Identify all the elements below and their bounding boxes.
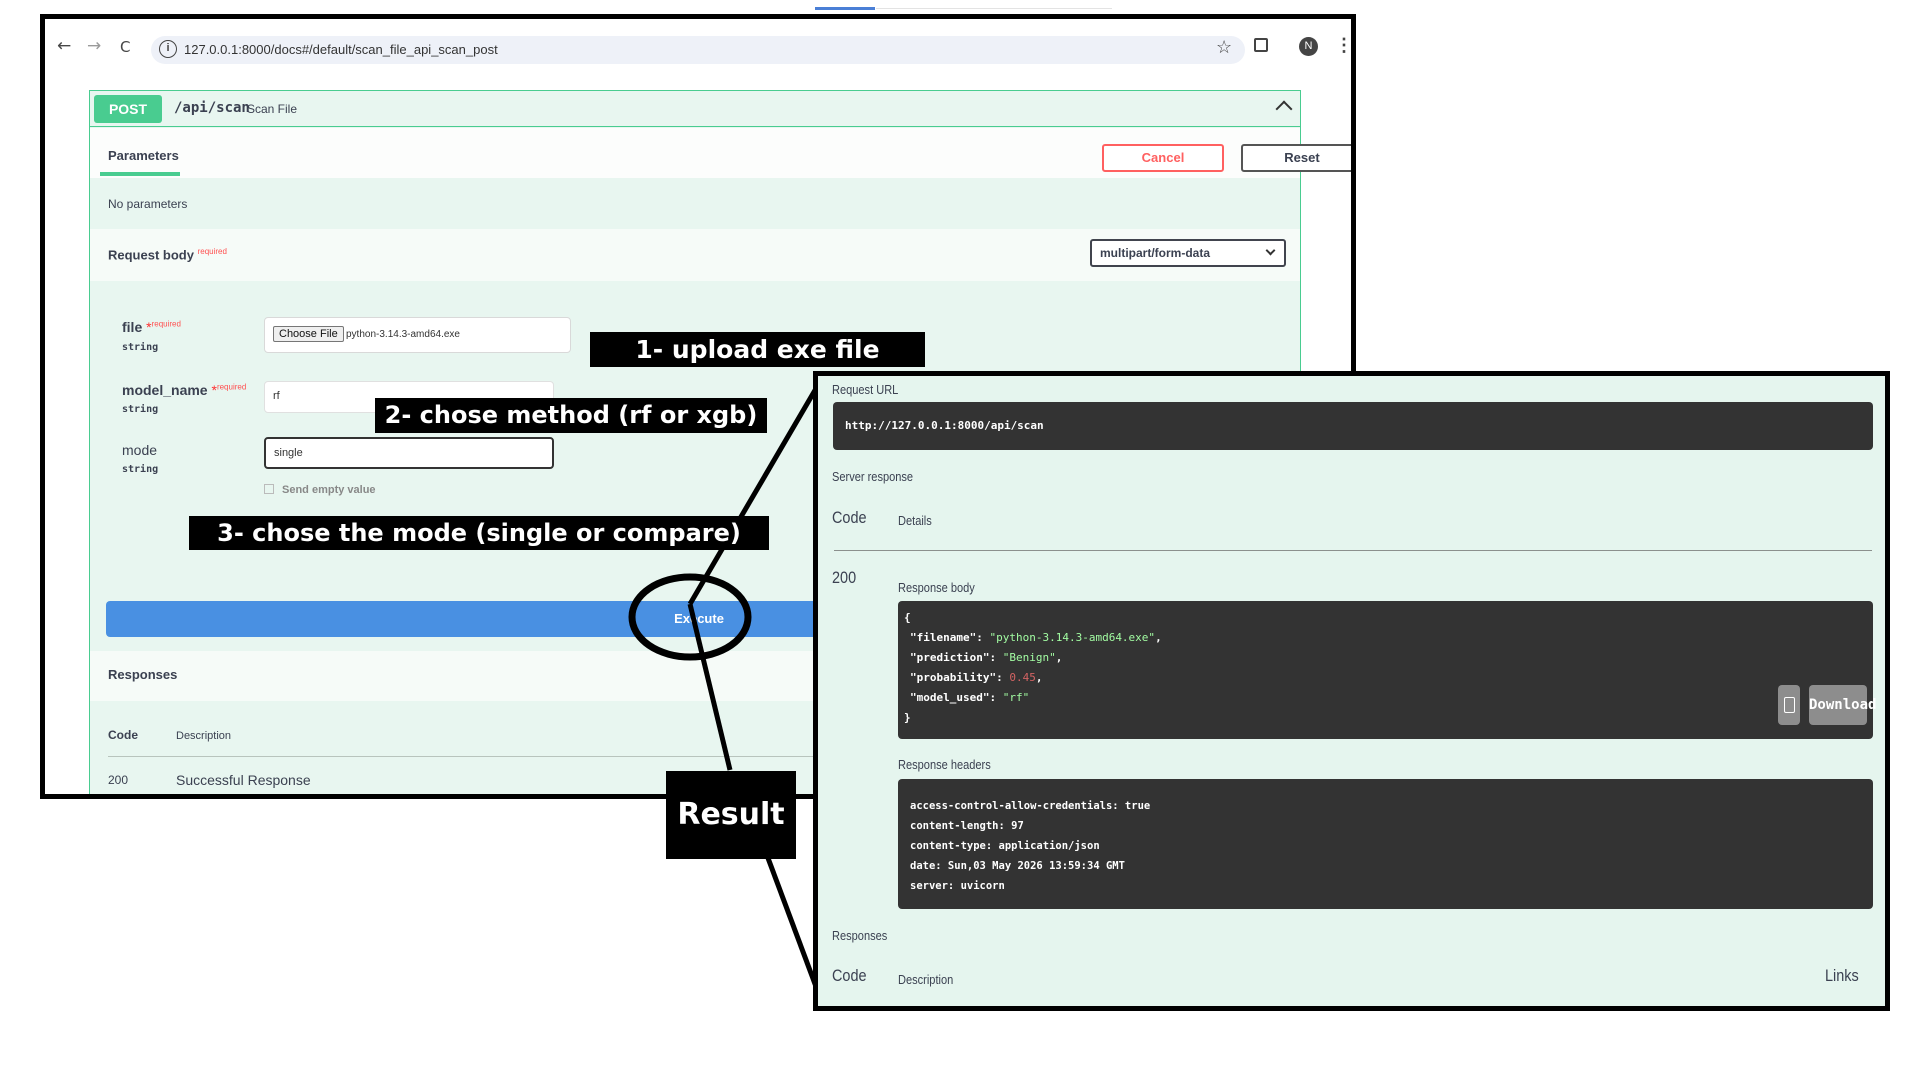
response-headers-label: Response headers (898, 757, 991, 772)
json-line-filename: "filename": "python-3.14.3-amd64.exe", (910, 631, 1162, 644)
callout-result: Result (666, 771, 796, 859)
header-line: server: uvicorn (910, 880, 1005, 892)
status-code: 200 (832, 568, 857, 587)
response-body-label: Response body (898, 580, 975, 595)
json-open-brace: { (904, 611, 911, 624)
result-responses-label: Responses (832, 928, 888, 943)
header-line: date: Sun,03 May 2026 13:59:34 GMT (910, 860, 1125, 872)
result-responses-links-header: Links (1825, 966, 1859, 985)
json-close-brace: } (904, 711, 911, 724)
callout-step2: 2- chose method (rf or xgb) (375, 398, 767, 433)
copy-clipboard-icon[interactable] (1778, 685, 1800, 725)
result-panel: Request URL http://127.0.0.1:8000/api/sc… (813, 371, 1890, 1011)
callout-step3: 3- chose the mode (single or compare) (189, 516, 769, 550)
json-line-model-used: "model_used": "rf" (910, 691, 1030, 704)
server-response-label: Server response (832, 469, 914, 484)
result-responses-description-header: Description (898, 972, 954, 987)
header-line: content-type: application/json (910, 840, 1100, 852)
server-code-header: Code (832, 508, 867, 527)
response-headers-box[interactable]: access-control-allow-credentials: true c… (898, 779, 1873, 909)
request-url-label: Request URL (832, 382, 899, 397)
result-responses-code-header: Code (832, 966, 867, 985)
callout-step1: 1- upload exe file (590, 332, 925, 367)
request-url-value: http://127.0.0.1:8000/api/scan (845, 419, 1044, 432)
request-url-box[interactable]: http://127.0.0.1:8000/api/scan (833, 402, 1873, 450)
server-details-header: Details (898, 513, 932, 528)
header-line: access-control-allow-credentials: true (910, 800, 1151, 812)
execute-highlight-circle (628, 573, 752, 661)
server-response-divider (834, 550, 1872, 551)
connector-line-middle (687, 603, 733, 771)
json-line-prediction: "prediction": "Benign", (910, 651, 1063, 664)
json-line-probability: "probability": 0.45, (910, 671, 1043, 684)
header-line: content-length: 97 (910, 820, 1024, 832)
download-button[interactable]: Download (1809, 685, 1876, 725)
response-body-box[interactable]: { "filename": "python-3.14.3-amd64.exe",… (898, 601, 1876, 739)
